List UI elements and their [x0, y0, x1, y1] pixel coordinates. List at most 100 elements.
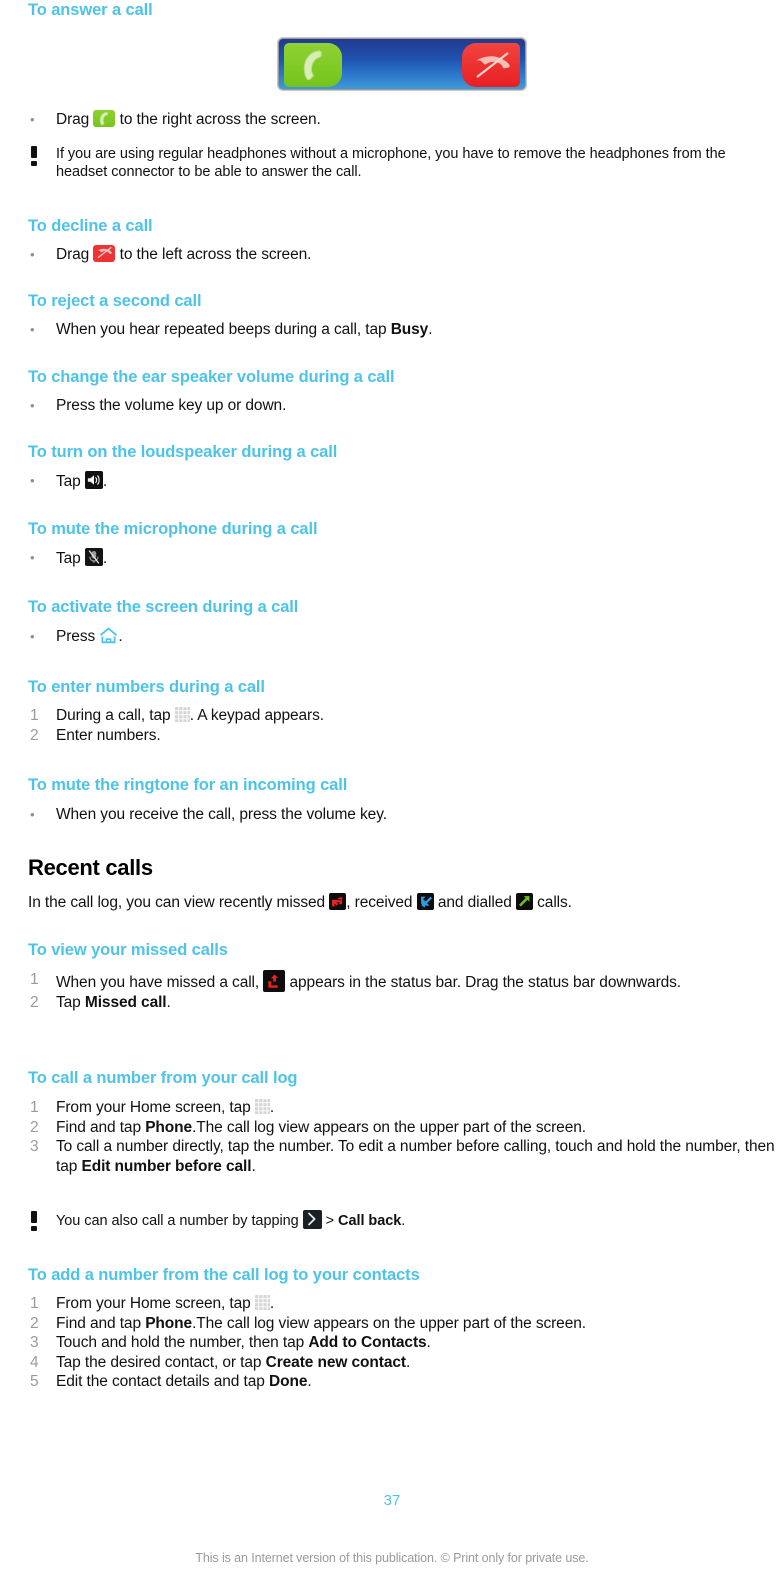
list-item: 2 Find and tap Phone.The call log view a…	[28, 1118, 776, 1138]
step-number: 4	[30, 1353, 39, 1371]
list-item-text: From your Home screen, tap .	[56, 1098, 776, 1118]
step-number: 1	[30, 1099, 39, 1116]
exclamation-icon	[31, 146, 37, 166]
incoming-call-slider-figure	[28, 38, 776, 90]
step-number: 2	[30, 1118, 39, 1136]
bullet-marker	[28, 471, 56, 491]
ui-label-edit-number-before-call: Edit number before call	[81, 1157, 252, 1175]
step-number: 2	[30, 993, 39, 1011]
note-marker	[28, 1210, 56, 1235]
missed-call-icon	[329, 893, 347, 910]
step-text-pre: Edit the contact details and tap	[56, 1373, 269, 1390]
list-item-text: From your Home screen, tap .	[56, 1294, 776, 1314]
list-item-text: When you receive the call, press the vol…	[56, 806, 387, 823]
list-item: 1 When you have missed a call, appears i…	[28, 970, 776, 993]
step-text-pre: Touch and hold the number, then tap	[56, 1334, 309, 1351]
step-text-pre: Find and tap	[56, 1118, 146, 1136]
heading-call-number-from-call-log: To call a number from your call log	[28, 1069, 298, 1087]
note-answer-a-call: If you are using regular headphones with…	[28, 145, 776, 181]
heading-add-number-to-contacts: To add a number from the call log to you…	[28, 1266, 420, 1284]
step-list-mute-ringtone: When you receive the call, press the vol…	[28, 805, 776, 825]
step-text-pre: When you have missed a call,	[56, 974, 264, 991]
step-list-reject-second-call: When you hear repeated beeps during a ca…	[28, 320, 776, 340]
answer-call-icon	[93, 110, 116, 127]
received-call-icon	[416, 893, 434, 910]
list-item-text: To call a number directly, tap the numbe…	[56, 1137, 776, 1176]
list-item: 5 Edit the contact details and tap Done.	[28, 1372, 776, 1392]
step-number: 1	[30, 707, 39, 724]
step-list-add-number-to-contacts: 1 From your Home screen, tap . 2 Find an…	[28, 1294, 776, 1392]
section-mute-ringtone: To mute the ringtone for an incoming cal…	[28, 775, 776, 795]
step-text-post: .	[118, 628, 123, 645]
manual-page: To answer a call Drag to	[0, 0, 784, 1590]
answer-call-glyph	[303, 50, 322, 81]
step-list-answer-a-call: Drag to the right across the screen.	[28, 110, 776, 130]
intro-text-1: In the call log, you can view recently m…	[28, 894, 330, 911]
list-item-text: Touch and hold the number, then tap Add …	[56, 1333, 776, 1353]
keypad-icon	[174, 707, 190, 722]
step-text-post: .	[166, 993, 171, 1011]
list-item: Drag to the right across the screen.	[28, 110, 776, 130]
heading-turn-on-loudspeaker: To turn on the loudspeaker during a call	[28, 443, 338, 461]
step-number: 2	[30, 726, 39, 744]
step-list-enter-numbers: 1 During a call, tap . A keypad appears.…	[28, 706, 776, 745]
section-answer-a-call: To answer a call	[28, 0, 776, 20]
heading-reject-second-call: To reject a second call	[28, 292, 202, 310]
step-text-post: to the left across the screen.	[115, 246, 312, 263]
step-text-post: .	[426, 1334, 431, 1351]
step-number: 3	[30, 1138, 39, 1155]
list-item: Press the volume key up or down.	[28, 396, 776, 416]
bullet-marker	[28, 548, 56, 568]
footer-note: This is an Internet version of this publ…	[195, 1551, 589, 1565]
section-turn-on-loudspeaker: To turn on the loudspeaker during a call	[28, 442, 776, 462]
list-item-text: Tap the desired contact, or tap Create n…	[56, 1353, 776, 1373]
list-item: 3 Touch and hold the number, then tap Ad…	[28, 1333, 776, 1353]
ui-label-phone: Phone	[145, 1314, 193, 1332]
section-change-ear-speaker-volume: To change the ear speaker volume during …	[28, 367, 776, 387]
list-item: 2 Enter numbers.	[28, 726, 776, 746]
heading-view-missed-calls: To view your missed calls	[28, 941, 228, 959]
note-marker	[28, 145, 56, 170]
step-number: 5	[30, 1373, 39, 1390]
keypad-icon	[254, 1295, 270, 1310]
ui-label-create-new-contact: Create new contact	[265, 1353, 406, 1371]
list-item-text: Tap .	[56, 548, 776, 569]
note-text-1: You can also call a number by tapping	[56, 1213, 303, 1229]
ui-label-call-back: Call back	[338, 1213, 402, 1229]
step-text-pre: From your Home screen, tap	[56, 1099, 255, 1116]
step-text-pre: Drag	[56, 246, 94, 263]
ui-label-busy: Busy	[390, 321, 429, 338]
step-text-pre: Find and tap	[56, 1314, 146, 1332]
page-number: 37	[383, 1492, 401, 1509]
section-view-missed-calls: To view your missed calls	[28, 940, 776, 960]
step-number: 1	[30, 1295, 39, 1312]
step-text-post: .	[405, 1353, 411, 1371]
step-text-pre: From your Home screen, tap	[56, 1295, 255, 1312]
heading-decline-a-call: To decline a call	[28, 217, 153, 235]
list-item-text: Edit the contact details and tap Done.	[56, 1372, 776, 1392]
list-item-text: Press the volume key up or down.	[56, 397, 287, 414]
list-item: Drag to the left across the screen.	[28, 245, 776, 265]
step-text-post: .The call log view appears on the upper …	[192, 1118, 586, 1136]
exclamation-icon	[31, 1211, 37, 1231]
list-item: 1 From your Home screen, tap .	[28, 1098, 776, 1118]
list-item: Press .	[28, 627, 776, 647]
list-item: 3 To call a number directly, tap the num…	[28, 1137, 776, 1176]
section-mute-microphone: To mute the microphone during a call	[28, 519, 776, 539]
list-item: 4 Tap the desired contact, or tap Create…	[28, 1353, 776, 1373]
step-list-decline-a-call: Drag to the left across the screen.	[28, 245, 776, 265]
step-text-pre: Drag	[56, 111, 94, 128]
heading-recent-calls: Recent calls	[28, 855, 153, 880]
incoming-call-slider	[278, 38, 526, 90]
step-list-mute-microphone: Tap .	[28, 548, 776, 569]
step-text-post: .	[269, 1295, 275, 1312]
recent-calls-intro: In the call log, you can view recently m…	[28, 893, 776, 913]
step-text-pre: Tap	[56, 473, 85, 490]
step-text-pre: Press	[56, 628, 100, 645]
decline-call-icon	[93, 245, 116, 262]
list-item: 1 From your Home screen, tap .	[28, 1294, 776, 1314]
answer-call-icon	[284, 43, 342, 87]
step-list-turn-on-loudspeaker: Tap .	[28, 471, 776, 492]
heading-mute-ringtone: To mute the ringtone for an incoming cal…	[28, 776, 348, 794]
section-call-number-from-call-log: To call a number from your call log	[28, 1068, 776, 1088]
